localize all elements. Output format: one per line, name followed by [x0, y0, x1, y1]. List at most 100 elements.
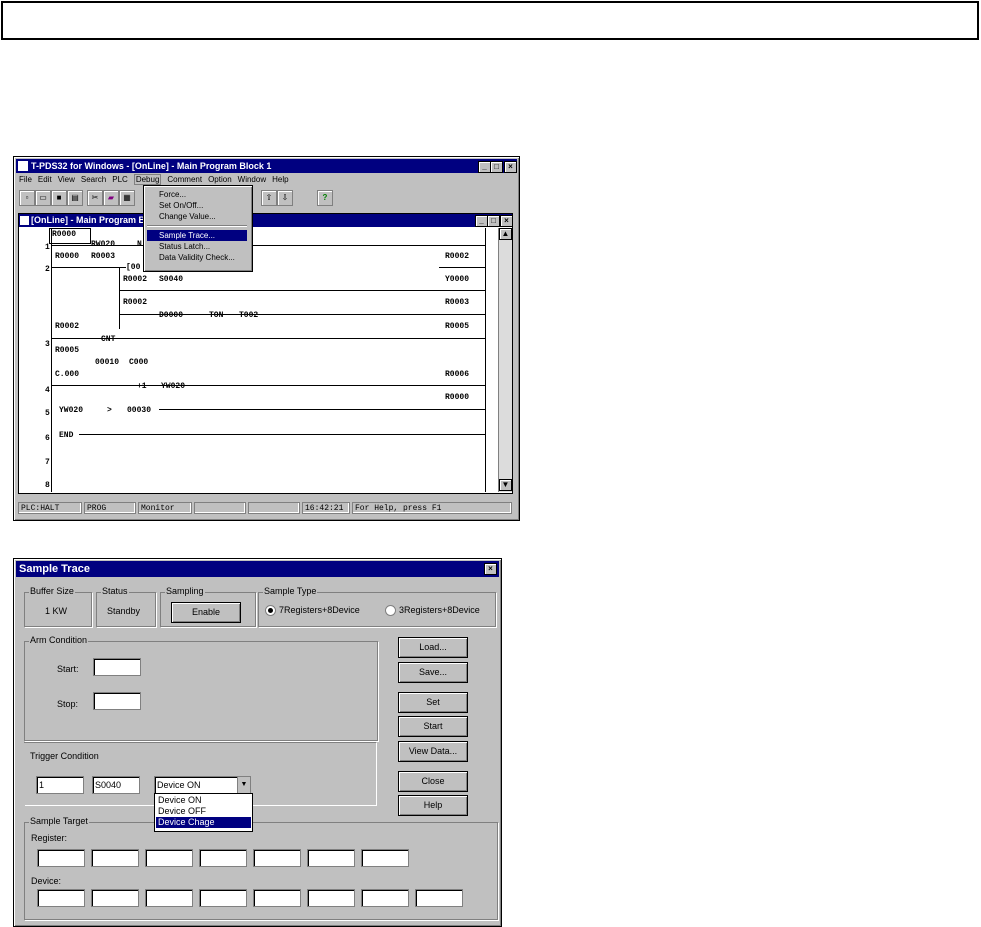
- register-field[interactable]: [361, 849, 409, 867]
- menu-help[interactable]: Help: [272, 175, 288, 184]
- close-icon[interactable]: ×: [504, 161, 517, 173]
- menu-item-change-value[interactable]: Change Value...: [147, 211, 247, 222]
- trigger-count-field[interactable]: 1: [36, 776, 84, 794]
- arm-start-field[interactable]: [93, 658, 141, 676]
- trigger-type-select[interactable]: Device ON ▼: [154, 776, 251, 794]
- buffer-size-group: Buffer Size 1 KW: [24, 586, 92, 627]
- menu-plc[interactable]: PLC: [112, 175, 128, 184]
- status-monitor: Monitor: [138, 502, 192, 514]
- close-button[interactable]: Close: [398, 771, 468, 792]
- menu-item-set-on-off[interactable]: Set On/Off...: [147, 200, 247, 211]
- sample-target-label: Sample Target: [29, 816, 89, 826]
- radio-7reg[interactable]: [265, 605, 276, 616]
- register-field[interactable]: [37, 849, 85, 867]
- load-button[interactable]: Load...: [398, 637, 468, 658]
- device-field[interactable]: [37, 889, 85, 907]
- dropdown-option[interactable]: Device OFF: [156, 806, 251, 817]
- register-field[interactable]: [199, 849, 247, 867]
- register-field[interactable]: [91, 849, 139, 867]
- device-label: Device:: [31, 876, 62, 886]
- rung-number: 1: [45, 243, 50, 252]
- child-window-title: [OnLine] - Main Program B: [31, 215, 146, 225]
- device-field[interactable]: [91, 889, 139, 907]
- view-data-button[interactable]: View Data...: [398, 741, 468, 762]
- vertical-scrollbar[interactable]: ▲ ▼: [498, 228, 512, 492]
- open-file-icon[interactable]: ▭: [35, 190, 51, 206]
- menu-debug[interactable]: Debug: [133, 174, 162, 185]
- save-icon[interactable]: ■: [51, 190, 67, 206]
- menu-item-sample-trace[interactable]: Sample Trace...: [147, 230, 247, 241]
- register-label: Register:: [31, 833, 68, 843]
- sample-target-group: Sample Target Register: Device:: [24, 816, 498, 920]
- start-label: Start:: [57, 664, 79, 674]
- maximize-icon[interactable]: □: [490, 161, 503, 173]
- cut-icon[interactable]: ✂: [87, 190, 103, 206]
- menu-window[interactable]: Window: [238, 175, 266, 184]
- rung-number: 3: [45, 340, 50, 349]
- status-mode: PROG: [84, 502, 136, 514]
- main-menubar: File Edit View Search PLC Debug Comment Option W…: [19, 174, 514, 186]
- tpds-main-window: T-PDS32 for Windows - [OnLine] - Main Pr…: [13, 156, 520, 521]
- menu-view[interactable]: View: [58, 175, 75, 184]
- help-button[interactable]: Help: [398, 795, 468, 816]
- start-button[interactable]: Start: [398, 716, 468, 737]
- sample-type-group: Sample Type 7Registers+8Device 3Register…: [258, 586, 496, 627]
- child-maximize-icon[interactable]: □: [487, 215, 500, 227]
- device-field[interactable]: [145, 889, 193, 907]
- arm-condition-label: Arm Condition: [29, 635, 89, 645]
- upload-icon[interactable]: ⇧: [261, 190, 277, 206]
- trigger-device-field[interactable]: S0040: [92, 776, 140, 794]
- radio-3reg-label: 3Registers+8Device: [399, 605, 480, 615]
- device-field[interactable]: [361, 889, 409, 907]
- header-box: [1, 1, 979, 40]
- scroll-down-icon[interactable]: ▼: [499, 479, 512, 491]
- ladder-diagram[interactable]: 1 2 3 4 5 6 7 8 R0000 RW020 N R0000 R000…: [19, 228, 498, 492]
- scroll-up-icon[interactable]: ▲: [499, 228, 512, 240]
- menu-comment[interactable]: Comment: [167, 175, 202, 184]
- copy-icon[interactable]: ▰: [103, 190, 119, 206]
- menu-separator: [147, 225, 247, 227]
- menu-item-force[interactable]: Force...: [147, 189, 247, 200]
- device-field[interactable]: [307, 889, 355, 907]
- menu-file[interactable]: File: [19, 175, 32, 184]
- device-field[interactable]: [199, 889, 247, 907]
- device-field[interactable]: [253, 889, 301, 907]
- dialog-close-icon[interactable]: ×: [484, 563, 497, 575]
- status-group: Status Standby: [96, 586, 156, 627]
- menu-item-status-latch[interactable]: Status Latch...: [147, 241, 247, 252]
- status-empty-2: [248, 502, 300, 514]
- device-field[interactable]: [415, 889, 463, 907]
- paste-icon[interactable]: ▦: [119, 190, 135, 206]
- menu-option[interactable]: Option: [208, 175, 232, 184]
- menu-edit[interactable]: Edit: [38, 175, 52, 184]
- status-help: For Help, press F1: [352, 502, 512, 514]
- chevron-down-icon[interactable]: ▼: [237, 777, 250, 793]
- toolbar: ▫ ▭ ■ ▤ ✂ ▰ ▦ ⇧ ⇩ ?: [19, 190, 514, 206]
- menu-item-data-validity-check[interactable]: Data Validity Check...: [147, 252, 247, 263]
- menu-search[interactable]: Search: [81, 175, 106, 184]
- child-close-icon[interactable]: ×: [500, 215, 513, 227]
- register-field[interactable]: [145, 849, 193, 867]
- print-icon[interactable]: ▤: [67, 190, 83, 206]
- new-file-icon[interactable]: ▫: [19, 190, 35, 206]
- rung-number: 5: [45, 409, 50, 418]
- register-field[interactable]: [253, 849, 301, 867]
- arm-stop-field[interactable]: [93, 692, 141, 710]
- register-field[interactable]: [307, 849, 355, 867]
- enable-button[interactable]: Enable: [171, 602, 241, 623]
- sampling-group: Sampling Enable: [160, 586, 256, 627]
- dialog-title: Sample Trace: [19, 563, 90, 575]
- dropdown-option[interactable]: Device Chage: [156, 817, 251, 828]
- status-time: 16:42:21: [302, 502, 350, 514]
- rung-number: 7: [45, 458, 50, 467]
- trigger-condition-label: Trigger Condition: [30, 751, 99, 761]
- status-label: Status: [101, 586, 129, 596]
- set-button[interactable]: Set: [398, 692, 468, 713]
- download-icon[interactable]: ⇩: [277, 190, 293, 206]
- dropdown-option[interactable]: Device ON: [156, 795, 251, 806]
- status-value: Standby: [107, 606, 141, 616]
- save-button[interactable]: Save...: [398, 662, 468, 683]
- radio-3reg[interactable]: [385, 605, 396, 616]
- help-question-icon[interactable]: ?: [317, 190, 333, 206]
- status-empty-1: [194, 502, 246, 514]
